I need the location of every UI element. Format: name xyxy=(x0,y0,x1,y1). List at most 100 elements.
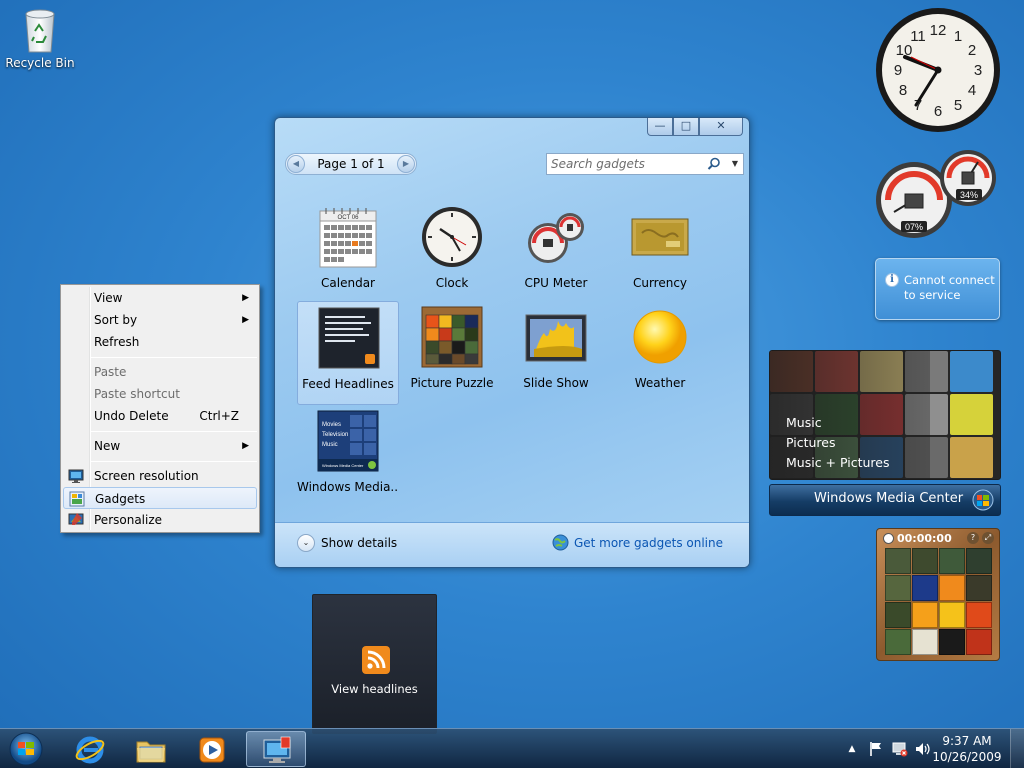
network-disconnected-icon[interactable] xyxy=(892,741,908,757)
thumb-music-text: Music xyxy=(322,442,338,448)
search-icon[interactable] xyxy=(707,157,721,171)
rss-feed-icon xyxy=(362,646,390,674)
menu-item-gadgets[interactable]: Gadgets xyxy=(63,487,257,509)
desktop-context-menu: View ▶ Sort by ▶ Refresh Paste Paste sho… xyxy=(60,284,260,533)
calendar-month-text: OCT 06 xyxy=(338,215,360,221)
windows-explorer-taskbar-button[interactable] xyxy=(121,731,181,767)
gadget-label: CPU Meter xyxy=(524,276,588,290)
gadget-picture-puzzle[interactable]: Picture Puzzle xyxy=(401,301,503,405)
menu-item-undo-delete[interactable]: Undo Delete Ctrl+Z xyxy=(63,405,257,427)
timer-clock-icon xyxy=(883,533,894,544)
clock-numeral: 8 xyxy=(899,82,907,99)
close-button[interactable]: ✕ xyxy=(699,118,743,136)
clock-time: 9:37 AM xyxy=(942,734,992,748)
gadget-clock[interactable]: Clock xyxy=(401,201,503,305)
thumb-television-text: Television xyxy=(322,432,348,438)
puzzle-toggle-button[interactable]: ⤢ xyxy=(982,532,994,544)
cpu-meter-gadget[interactable]: 07% 34% xyxy=(874,148,1000,240)
gadgets-taskbar-button[interactable] xyxy=(246,731,306,767)
menu-item-paste-shortcut[interactable]: Paste shortcut xyxy=(63,383,257,405)
recycle-bin-label: Recycle Bin xyxy=(5,56,75,70)
clock-numeral: 2 xyxy=(968,42,976,59)
gadgets-icon xyxy=(69,491,85,507)
puzzle-help-button[interactable]: ? xyxy=(967,532,979,544)
recycle-bin-shortcut[interactable]: Recycle Bin xyxy=(4,6,76,70)
menu-item-label: Paste shortcut xyxy=(94,387,180,401)
media-link-music-pictures[interactable]: Music + Pictures xyxy=(786,453,890,473)
media-center-title: Windows Media Center xyxy=(814,491,964,506)
system-clock[interactable]: 9:37 AM 10/26/2009 xyxy=(932,733,1002,765)
clock-gadget[interactable]: 12 1 2 3 4 5 6 7 8 9 10 11 xyxy=(875,7,1001,133)
gadget-cpu-meter[interactable]: CPU Meter xyxy=(505,201,607,305)
media-player-taskbar-button[interactable] xyxy=(182,731,242,767)
page-indicator: Page 1 of 1 xyxy=(317,157,385,171)
gadget-weather[interactable]: Weather xyxy=(609,301,711,405)
action-center-flag-icon[interactable] xyxy=(868,741,884,757)
menu-item-screen-resolution[interactable]: Screen resolution xyxy=(63,465,257,487)
show-hidden-icons-button[interactable]: ▲ xyxy=(844,741,860,757)
gadget-gallery-window: — □ ✕ ◀ Page 1 of 1 ▶ ▼ OCT 06 Calendar xyxy=(274,117,750,568)
thumb-footer-text: Windows Media Center xyxy=(322,463,364,468)
clock-numeral: 4 xyxy=(968,82,976,99)
search-options-dropdown[interactable]: ▼ xyxy=(727,154,743,174)
menu-item-label: Refresh xyxy=(94,335,140,349)
menu-item-view[interactable]: View ▶ xyxy=(63,287,257,309)
internet-explorer-taskbar-button[interactable] xyxy=(60,731,120,767)
menu-item-label: Paste xyxy=(94,365,127,379)
menu-item-paste[interactable]: Paste xyxy=(63,361,257,383)
gadget-windows-media-center[interactable]: Movies Television Music Windows Media Ce… xyxy=(297,405,399,509)
menu-item-label: Undo Delete xyxy=(94,409,169,423)
show-details-label: Show details xyxy=(321,536,398,550)
get-more-gadgets-link[interactable]: Get more gadgets online xyxy=(552,533,723,553)
gallery-footer: ⌄ Show details Get more gadgets online xyxy=(275,522,749,567)
gadget-label: Currency xyxy=(632,276,688,290)
submenu-arrow-icon: ▶ xyxy=(242,441,249,451)
show-desktop-button[interactable] xyxy=(1010,729,1024,768)
minimize-button[interactable]: — xyxy=(647,118,673,136)
menu-item-shortcut: Ctrl+Z xyxy=(199,409,239,423)
cpu-meter-icon xyxy=(528,213,584,263)
picture-puzzle-gadget[interactable]: 00:00:00 ? ⤢ xyxy=(876,528,1000,661)
puzzle-timer-text: 00:00:00 xyxy=(897,532,952,545)
media-link-pictures[interactable]: Pictures xyxy=(786,433,890,453)
media-center-bar[interactable]: Windows Media Center xyxy=(769,484,1001,516)
folder-icon xyxy=(136,741,166,763)
view-headlines-label: View headlines xyxy=(331,682,418,696)
menu-item-label: Gadgets xyxy=(95,492,146,506)
info-icon: i xyxy=(885,273,899,287)
currency-gadget[interactable]: i Cannot connect to service xyxy=(875,258,1000,320)
clock-numeral: 1 xyxy=(954,28,962,45)
menu-item-refresh[interactable]: Refresh xyxy=(63,331,257,353)
windows-logo-icon xyxy=(972,489,994,511)
gadget-currency[interactable]: Currency xyxy=(609,201,711,305)
menu-item-personalize[interactable]: Personalize xyxy=(63,509,257,531)
gadget-slide-show[interactable]: Slide Show xyxy=(505,301,607,405)
search-input[interactable] xyxy=(551,156,701,172)
windows-media-center-gadget[interactable]: Music Pictures Music + Pictures Windows … xyxy=(769,350,1001,516)
gadget-label: Clock xyxy=(435,276,469,290)
previous-page-button[interactable]: ◀ xyxy=(287,155,305,173)
chevron-down-icon: ⌄ xyxy=(297,534,315,552)
menu-item-sort-by[interactable]: Sort by ▶ xyxy=(63,309,257,331)
gadget-feed-headlines[interactable]: Feed Headlines xyxy=(297,301,399,405)
monitor-icon xyxy=(68,469,84,483)
clock-icon xyxy=(422,207,482,267)
menu-item-new[interactable]: New ▶ xyxy=(63,435,257,457)
media-link-music[interactable]: Music xyxy=(786,413,890,433)
maximize-button[interactable]: □ xyxy=(673,118,699,136)
puzzle-tiles xyxy=(885,548,992,655)
start-button[interactable] xyxy=(4,730,48,768)
picture-puzzle-icon xyxy=(421,306,483,368)
show-details-button[interactable]: ⌄ Show details xyxy=(297,533,397,553)
gadgets-taskbar-icon xyxy=(263,736,291,763)
clock-numeral: 6 xyxy=(934,103,942,120)
feed-headlines-icon xyxy=(318,307,380,369)
clock-date: 10/26/2009 xyxy=(932,750,1002,764)
feed-headlines-gadget[interactable]: View headlines xyxy=(312,594,437,734)
menu-item-label: Personalize xyxy=(94,513,163,527)
next-page-button[interactable]: ▶ xyxy=(397,155,415,173)
gadget-label: Slide Show xyxy=(523,376,589,390)
gadget-calendar[interactable]: OCT 06 Calendar xyxy=(297,201,399,305)
volume-icon[interactable] xyxy=(914,741,930,757)
clock-numeral: 5 xyxy=(954,97,962,114)
